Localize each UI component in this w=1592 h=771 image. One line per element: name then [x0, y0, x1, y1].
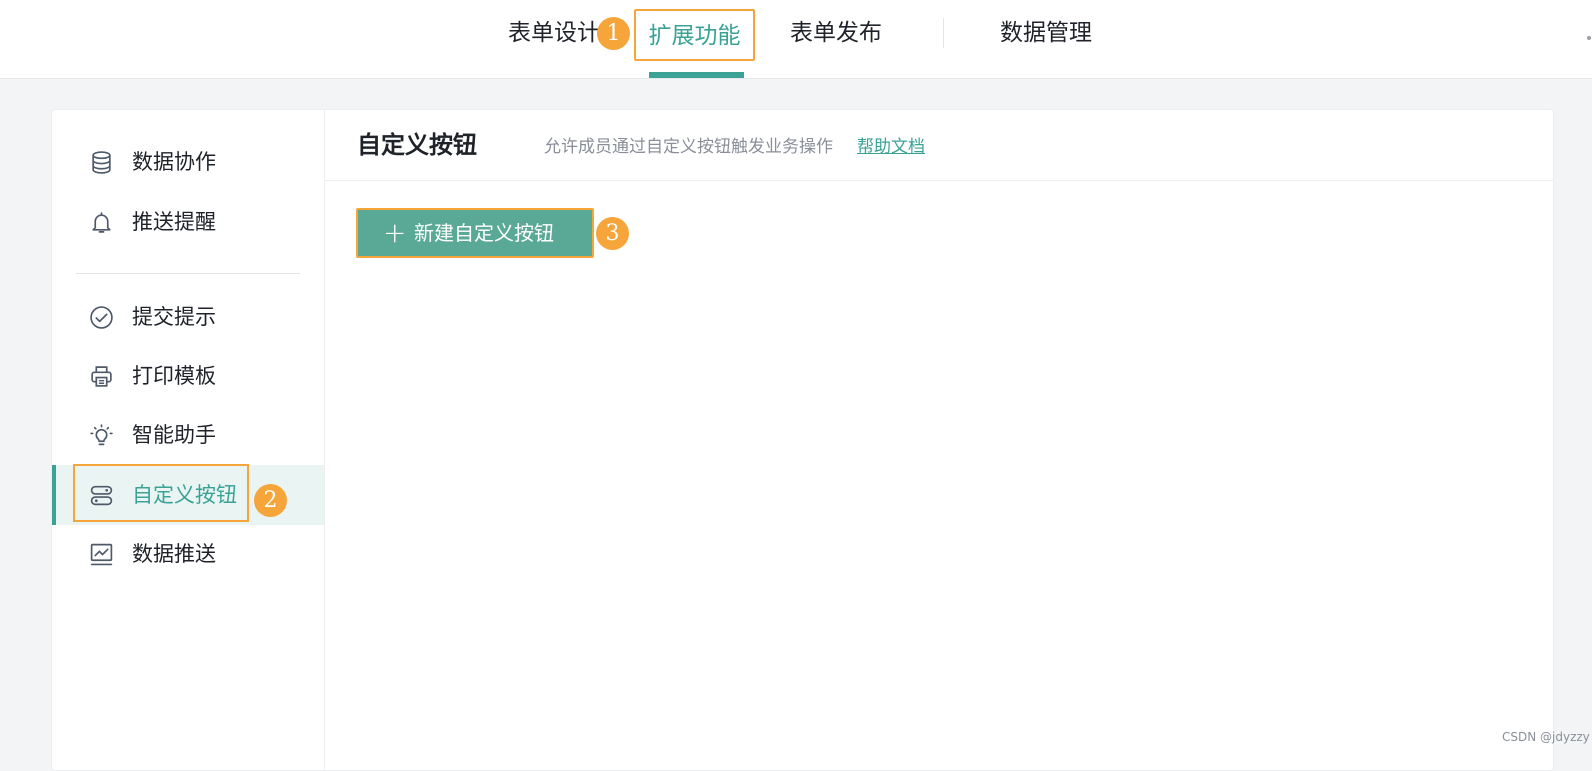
overflow-dot [1587, 36, 1591, 40]
sidebar-item-label: 数据推送 [132, 542, 216, 566]
section-header: 自定义按钮 允许成员通过自定义按钮触发业务操作 帮助文档 [325, 110, 1553, 181]
sidebar-item-print-template[interactable]: 打印模板 [52, 346, 324, 406]
sidebar-item-data-collaboration[interactable]: 数据协作 [52, 132, 324, 192]
check-circle-icon [90, 306, 113, 329]
page-title: 自定义按钮 [357, 131, 477, 159]
tab-divider [943, 18, 944, 48]
tab-extensions[interactable]: 扩展功能 [634, 9, 755, 61]
page-description: 允许成员通过自定义按钮触发业务操作 [544, 137, 833, 157]
active-tab-underline [649, 72, 744, 78]
sidebar-item-label: 推送提醒 [132, 210, 216, 234]
extension-sidebar: 数据协作 推送提醒 提交提示 打印模板 智能助手 自定义按钮 数据推送 [52, 110, 325, 770]
settings-card: 数据协作 推送提醒 提交提示 打印模板 智能助手 自定义按钮 数据推送 自定义按… [51, 109, 1554, 771]
sidebar-item-smart-assistant[interactable]: 智能助手 [52, 405, 324, 465]
active-indicator [52, 465, 56, 525]
sidebar-item-label: 打印模板 [132, 364, 216, 388]
step-marker-1: 1 [597, 17, 630, 50]
tab-form-publish[interactable]: 表单发布 [790, 0, 882, 68]
line-chart-icon [90, 543, 113, 566]
sidebar-item-label: 智能助手 [132, 423, 216, 447]
sidebar-item-push-reminder[interactable]: 推送提醒 [52, 192, 324, 252]
new-button-label: 新建自定义按钮 [414, 221, 554, 245]
help-docs-link[interactable]: 帮助文档 [857, 110, 925, 184]
printer-icon [91, 366, 112, 387]
main-content: 自定义按钮 允许成员通过自定义按钮触发业务操作 帮助文档 + 新建自定义按钮 [325, 110, 1553, 770]
toggle-buttons-icon [90, 485, 113, 506]
sidebar-item-data-push[interactable]: 数据推送 [52, 524, 324, 584]
watermark: CSDN @jdyzzy [1502, 730, 1590, 744]
database-icon [92, 151, 111, 174]
step-marker-2: 2 [254, 484, 287, 517]
sidebar-item-label: 数据协作 [132, 150, 216, 174]
plus-icon: + [383, 216, 407, 249]
sidebar-item-label: 提交提示 [132, 305, 216, 329]
new-custom-button[interactable]: + 新建自定义按钮 [356, 208, 594, 258]
sidebar-divider [76, 273, 300, 274]
sidebar-item-submit-tip[interactable]: 提交提示 [52, 287, 324, 347]
step-marker-3: 3 [596, 217, 629, 250]
tab-data-management[interactable]: 数据管理 [1000, 0, 1092, 68]
tab-form-design[interactable]: 表单设计 [508, 0, 600, 68]
lightbulb-icon [90, 424, 113, 446]
top-nav: 表单设计 1 扩展功能 表单发布 数据管理 [0, 0, 1592, 79]
sidebar-item-label: 自定义按钮 [132, 483, 237, 507]
bell-icon [92, 212, 111, 233]
